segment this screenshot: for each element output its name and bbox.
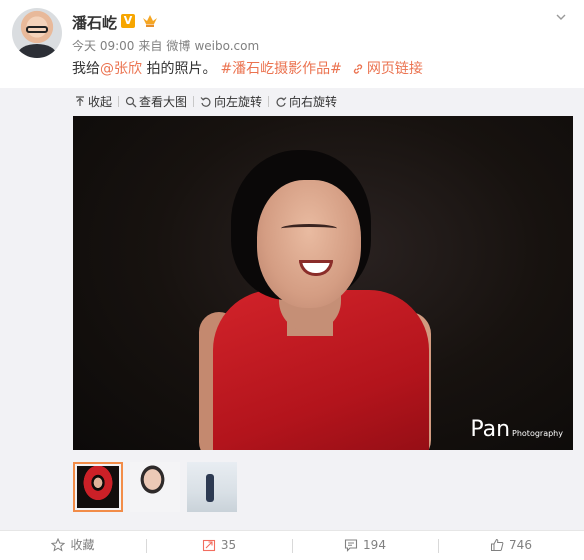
post-header: 潘石屹 V 今天 09:00 来自 微博 weibo.com 我给@张欣 拍的照片。 #…: [0, 0, 584, 88]
like-button[interactable]: 746: [438, 531, 584, 560]
web-link-label: 网页链接: [366, 61, 423, 77]
thumbnail-3-image: [187, 462, 237, 512]
link-icon: [353, 64, 363, 74]
thumbnail-3[interactable]: [187, 462, 237, 512]
rotate-left-label: 向左旋转: [214, 95, 263, 109]
avatar-glasses: [26, 26, 48, 33]
main-photo[interactable]: Pan Photography: [73, 116, 573, 450]
hashtag-link[interactable]: #潘石屹摄影作品#: [220, 61, 341, 77]
photo-face: [257, 180, 361, 308]
action-bar: 收藏 35 194 746: [0, 530, 584, 560]
rotate-left-button[interactable]: 向左旋转: [200, 93, 262, 110]
chevron-down-icon[interactable]: [556, 12, 566, 22]
comment-icon: [344, 539, 358, 552]
username[interactable]: 潘石屹: [72, 12, 117, 33]
rotate-right-icon: [276, 97, 287, 107]
post-text: 我给@张欣 拍的照片。 #潘石屹摄影作品# 网页链接: [72, 58, 423, 78]
avatar-shirt: [18, 44, 56, 58]
photo-watermark: Pan Photography: [470, 417, 563, 442]
watermark-main: Pan: [470, 417, 511, 442]
text-after: 拍的照片。: [142, 61, 217, 77]
post-meta: 今天 09:00 来自 微博 weibo.com: [72, 37, 263, 54]
post-time[interactable]: 今天 09:00: [72, 39, 134, 53]
mention-link[interactable]: @张欣: [100, 61, 142, 77]
rotate-left-icon: [200, 97, 211, 107]
comment-button[interactable]: 194: [292, 531, 438, 560]
favorite-button[interactable]: 收藏: [0, 531, 146, 560]
divider: [193, 96, 195, 107]
repost-button[interactable]: 35: [146, 531, 292, 560]
watermark-sub: Photography: [512, 429, 563, 438]
zoom-icon: [125, 96, 137, 108]
image-toolbar: 收起 查看大图 向左旋转 向右旋转: [74, 93, 343, 110]
favorite-label: 收藏: [70, 538, 95, 552]
source-prefix: 来自: [138, 39, 163, 53]
thumbnail-1-image: [77, 466, 119, 508]
thumbnail-1[interactable]: [73, 462, 123, 512]
star-icon: [51, 537, 66, 552]
thumbnail-2-image: [130, 462, 180, 512]
verified-badge-icon[interactable]: V: [121, 14, 135, 28]
crown-icon[interactable]: [142, 13, 158, 28]
rotate-right-label: 向右旋转: [289, 95, 338, 109]
rotate-right-button[interactable]: 向右旋转: [275, 93, 337, 110]
collapse-label: 收起: [88, 95, 113, 109]
photo-eyes: [281, 224, 337, 233]
media-panel: 收起 查看大图 向左旋转 向右旋转 Pan Photography: [0, 88, 584, 530]
thumbnail-3-figure: [206, 474, 214, 502]
view-large-button[interactable]: 查看大图: [125, 93, 187, 110]
divider: [268, 96, 270, 107]
like-count: 746: [509, 538, 532, 552]
divider: [118, 96, 120, 107]
web-link[interactable]: 网页链接: [352, 61, 423, 77]
comment-count: 194: [363, 538, 386, 552]
collapse-icon: [76, 96, 84, 106]
collapse-button[interactable]: 收起: [74, 93, 112, 110]
source-app[interactable]: 微博: [166, 39, 190, 53]
thumbs-up-icon: [491, 538, 504, 551]
repost-count: 35: [220, 538, 237, 552]
text-before: 我给: [72, 61, 100, 77]
thumbnail-2[interactable]: [130, 462, 180, 512]
view-large-label: 查看大图: [139, 95, 188, 109]
avatar[interactable]: [12, 8, 62, 58]
repost-icon: [202, 539, 215, 552]
source-url[interactable]: weibo.com: [194, 39, 259, 53]
